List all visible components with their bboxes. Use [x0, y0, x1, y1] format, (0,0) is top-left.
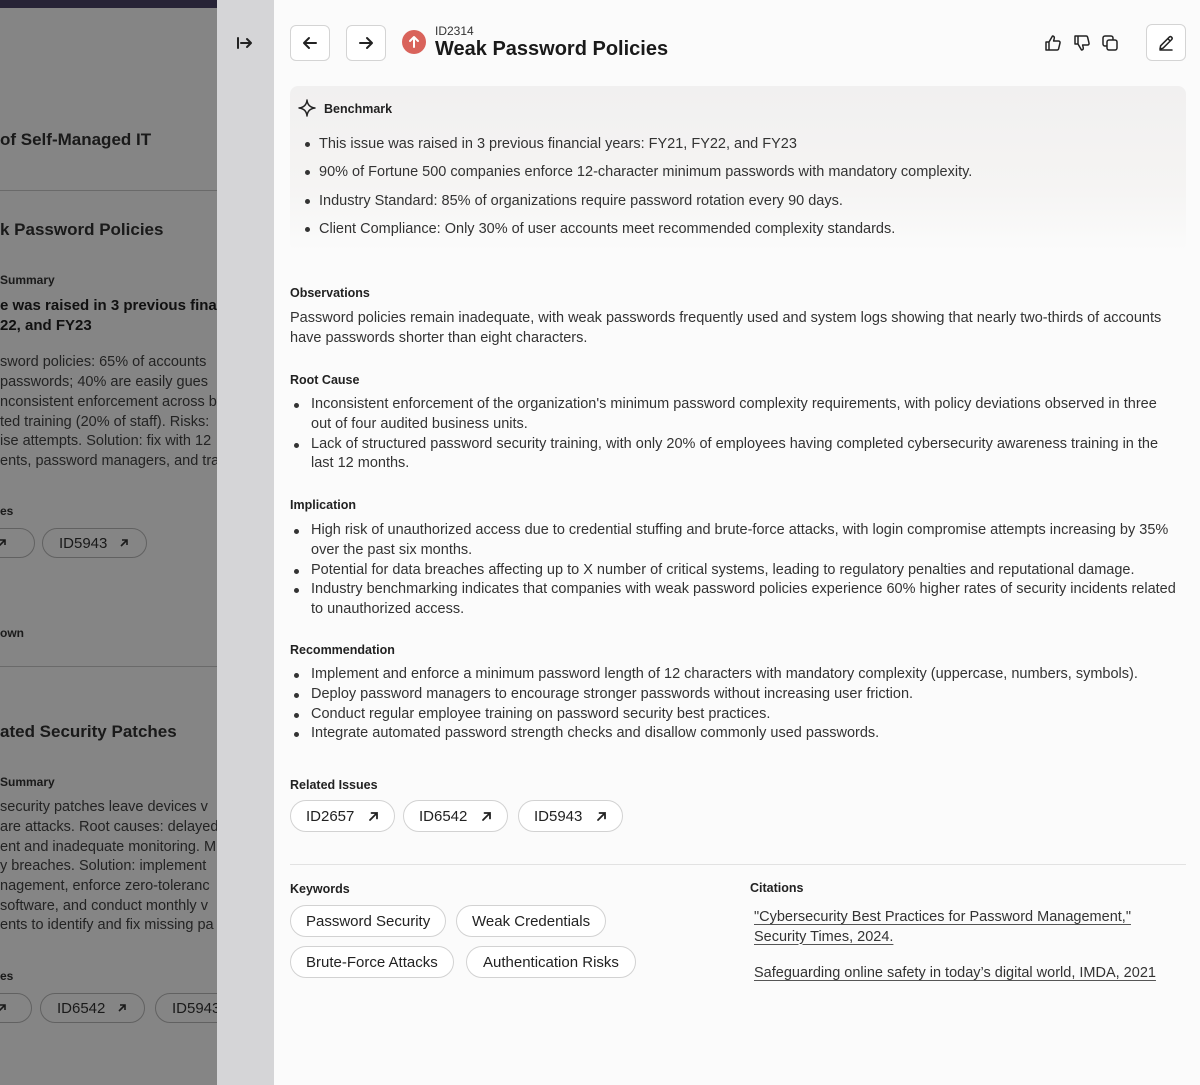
keywords-label: Keywords — [290, 882, 350, 896]
citation-link[interactable]: "Cybersecurity Best Practices for Passwo… — [754, 908, 1164, 947]
benchmark-card: Benchmark This issue was raised in 3 pre… — [290, 86, 1186, 251]
arrow-right-icon — [359, 37, 373, 49]
issue-title: Weak Password Policies — [435, 38, 669, 60]
observations-label: Observations — [290, 286, 370, 300]
thumbs-up-icon — [1045, 35, 1061, 51]
list-item: Client Compliance: Only 30% of user acco… — [304, 215, 972, 243]
list-item: Industry Standard: 85% of organizations … — [304, 187, 972, 215]
issue-detail-panel: ID2314 Weak Password Policies Benchmark … — [274, 0, 1200, 1085]
keyword-tag[interactable]: Weak Credentials — [456, 905, 607, 937]
copy-icon — [1102, 35, 1118, 51]
arrow-left-icon — [303, 37, 317, 49]
list-item: Implement and enforce a minimum password… — [290, 665, 1180, 685]
thumbs-down-icon — [1074, 35, 1090, 51]
previous-issue-button[interactable] — [290, 25, 330, 61]
collapse-panel-button[interactable] — [231, 30, 259, 56]
benchmark-list: This issue was raised in 3 previous fina… — [304, 130, 972, 243]
edit-button[interactable] — [1146, 24, 1186, 61]
arrow-up-icon — [409, 36, 419, 48]
thumbs-up-button[interactable] — [1042, 32, 1064, 54]
panel-gutter — [217, 0, 274, 1085]
root-cause-list: Inconsistent enforcement of the organiza… — [290, 395, 1180, 474]
implication-label: Implication — [290, 498, 356, 512]
root-cause-label: Root Cause — [290, 373, 360, 387]
list-item: Potential for data breaches affecting up… — [290, 561, 1180, 581]
related-issue-id: ID2657 — [306, 807, 355, 825]
issue-id: ID2314 — [435, 24, 474, 38]
keyword-tag[interactable]: Authentication Risks — [466, 946, 636, 978]
citation-link[interactable]: Safeguarding online safety in today’s di… — [754, 964, 1184, 984]
thumbs-down-button[interactable] — [1071, 32, 1093, 54]
keyword-tag[interactable]: Brute-Force Attacks — [290, 946, 454, 978]
list-item: This issue was raised in 3 previous fina… — [304, 130, 972, 158]
section-divider — [290, 864, 1186, 865]
list-item: Inconsistent enforcement of the organiza… — [290, 395, 1180, 435]
list-item: Conduct regular employee training on pas… — [290, 705, 1180, 725]
next-issue-button[interactable] — [346, 25, 386, 61]
related-issue-id: ID6542 — [419, 807, 468, 825]
observations-text: Password policies remain inadequate, wit… — [290, 310, 1162, 346]
citations-label: Citations — [750, 881, 804, 895]
list-item: Deploy password managers to encourage st… — [290, 685, 1180, 705]
list-item: Integrate automated password strength ch… — [290, 724, 1180, 744]
related-issue-link[interactable]: ID5943 — [518, 800, 624, 832]
recommendation-list: Implement and enforce a minimum password… — [290, 665, 1180, 744]
pencil-icon — [1159, 35, 1173, 51]
related-issue-link[interactable]: ID2657 — [290, 800, 396, 832]
external-link-icon — [482, 811, 492, 821]
copy-button[interactable] — [1099, 32, 1121, 54]
list-item: Industry benchmarking indicates that com… — [290, 580, 1180, 620]
priority-status-badge — [402, 30, 426, 54]
benchmark-title: Benchmark — [324, 102, 393, 116]
list-item: 90% of Fortune 500 companies enforce 12-… — [304, 158, 972, 186]
related-issues-label: Related Issues — [290, 778, 378, 792]
keyword-tag[interactable]: Password Security — [290, 905, 447, 937]
sparkle-icon — [298, 99, 316, 117]
external-link-icon — [597, 811, 607, 821]
related-issue-link[interactable]: ID6542 — [403, 800, 509, 832]
list-item: High risk of unauthorized access due to … — [290, 521, 1180, 561]
recommendation-label: Recommendation — [290, 643, 395, 657]
external-link-icon — [369, 811, 379, 821]
implication-list: High risk of unauthorized access due to … — [290, 521, 1180, 620]
related-issue-id: ID5943 — [534, 807, 583, 825]
collapse-panel-icon — [237, 37, 252, 49]
list-item: Lack of structured password security tra… — [290, 435, 1180, 475]
